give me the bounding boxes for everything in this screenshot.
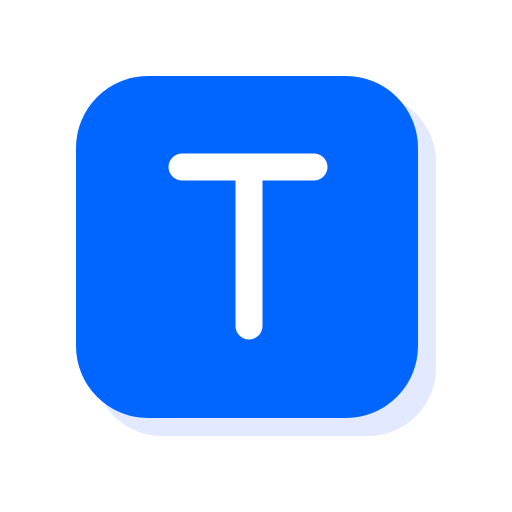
text-tool-icon	[76, 76, 436, 436]
icon-canvas	[0, 0, 512, 512]
